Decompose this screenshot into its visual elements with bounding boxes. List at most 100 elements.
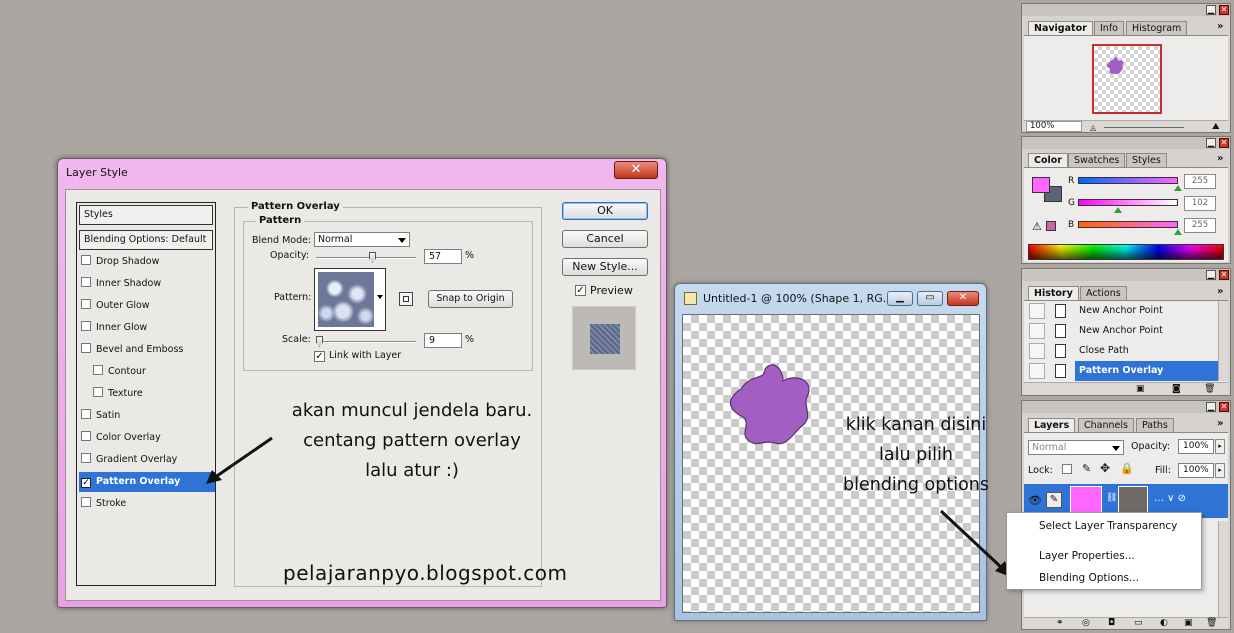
style-item-drop-shadow[interactable]: Drop Shadow <box>81 252 215 272</box>
channel-g-slider[interactable] <box>1078 199 1178 206</box>
checkbox[interactable] <box>81 453 91 463</box>
checkbox[interactable] <box>81 277 91 287</box>
zoom-in-icon[interactable]: ⛰ <box>1212 122 1220 132</box>
zoom-out-icon[interactable]: ◬ <box>1090 123 1096 132</box>
menu-item-layer-properties[interactable]: Layer Properties... <box>1039 550 1135 562</box>
lock-transparency-icon[interactable] <box>1062 464 1072 474</box>
palette-menu-icon[interactable]: » <box>1217 153 1223 164</box>
gamut-swatch[interactable] <box>1046 221 1056 231</box>
scale-slider-track[interactable] <box>316 341 416 343</box>
brush-link-icon[interactable]: ✎ <box>1046 492 1062 508</box>
style-item-pattern-overlay[interactable]: ✓ Pattern Overlay <box>79 472 215 492</box>
palette-menu-icon[interactable]: » <box>1217 21 1223 32</box>
layer-style-icon[interactable]: ◎ <box>1082 618 1090 628</box>
checkbox-checked[interactable]: ✓ <box>81 478 91 488</box>
new-style-button[interactable]: New Style... <box>562 258 648 276</box>
history-item[interactable]: New Anchor Point <box>1029 321 1217 341</box>
new-document-icon[interactable]: ▣ <box>1136 384 1145 394</box>
layers-scrollbar[interactable] <box>1218 521 1228 617</box>
history-item-selected[interactable]: Pattern Overlay <box>1029 361 1221 381</box>
fill-field[interactable]: 100% <box>1178 463 1214 478</box>
preview-checkbox[interactable]: ✓ <box>575 285 586 296</box>
style-item-inner-glow[interactable]: Inner Glow <box>81 318 215 338</box>
style-item-gradient-overlay[interactable]: Gradient Overlay <box>81 450 215 470</box>
tab-info[interactable]: Info <box>1094 21 1124 35</box>
checkbox[interactable] <box>81 299 91 309</box>
channel-r-slider[interactable] <box>1078 177 1178 184</box>
snapshot-icon[interactable]: ◙ <box>1172 384 1181 394</box>
palette-menu-icon[interactable]: » <box>1217 418 1223 429</box>
style-item-bevel-emboss[interactable]: Bevel and Emboss <box>81 340 215 360</box>
style-item-satin[interactable]: Satin <box>81 406 215 426</box>
close-icon[interactable]: ✕ <box>1219 5 1229 15</box>
tab-swatches[interactable]: Swatches <box>1068 153 1126 167</box>
zoom-slider[interactable] <box>1104 127 1184 128</box>
minimize-icon[interactable]: ▁ <box>1206 138 1216 148</box>
layer-color-thumbnail[interactable] <box>1070 486 1102 515</box>
style-item-inner-shadow[interactable]: Inner Shadow <box>81 274 215 294</box>
link-with-layer-checkbox[interactable]: ✓ <box>314 351 325 362</box>
foreground-color-swatch[interactable] <box>1032 177 1050 193</box>
new-layer-icon[interactable]: ▣ <box>1184 618 1193 628</box>
tab-color[interactable]: Color <box>1028 153 1068 167</box>
checkbox[interactable] <box>81 321 91 331</box>
move-icon[interactable]: ✥ <box>1100 461 1110 475</box>
tab-navigator[interactable]: Navigator <box>1028 21 1093 35</box>
tab-layers[interactable]: Layers <box>1028 418 1076 432</box>
cancel-button[interactable]: Cancel <box>562 230 648 248</box>
close-icon[interactable]: ✕ <box>1219 138 1229 148</box>
tab-history[interactable]: History <box>1028 286 1079 300</box>
channel-b-slider[interactable] <box>1078 221 1178 228</box>
adjustment-icon[interactable]: ◐ <box>1160 618 1168 628</box>
checkbox[interactable] <box>81 497 91 507</box>
vector-mask-thumbnail[interactable] <box>1118 486 1148 515</box>
navigator-preview[interactable] <box>1092 44 1162 114</box>
channel-b-value[interactable]: 255 <box>1184 218 1216 233</box>
checkbox[interactable] <box>81 431 91 441</box>
layer-blend-mode-select[interactable]: Normal <box>1028 440 1124 455</box>
checkbox[interactable] <box>93 387 103 397</box>
opacity-field[interactable]: 57 <box>424 249 462 264</box>
color-spectrum[interactable] <box>1028 244 1224 260</box>
opacity-slider-track[interactable] <box>316 257 416 259</box>
lock-icon[interactable]: 🔒 <box>1120 462 1134 475</box>
maximize-button[interactable]: ▭ <box>917 291 943 306</box>
styles-header[interactable]: Styles <box>79 205 213 225</box>
pattern-picker[interactable] <box>314 268 386 331</box>
dialog-close-button[interactable]: ✕ <box>614 161 658 179</box>
eye-icon[interactable]: 👁 <box>1028 494 1042 507</box>
effects-icon[interactable]: … ∨ ⊘ <box>1154 493 1186 504</box>
channel-r-value[interactable]: 255 <box>1184 174 1216 189</box>
blend-mode-select[interactable]: Normal <box>314 232 410 247</box>
scale-field[interactable]: 9 <box>424 333 462 348</box>
folder-icon[interactable]: ▭ <box>1134 618 1143 628</box>
channel-g-value[interactable]: 102 <box>1184 196 1216 211</box>
minimize-icon[interactable]: ▁ <box>1206 270 1216 280</box>
channel-g-marker[interactable] <box>1114 207 1122 213</box>
checkbox[interactable] <box>81 409 91 419</box>
brush-icon[interactable]: ✎ <box>1082 462 1091 475</box>
ok-button[interactable]: OK <box>562 202 648 220</box>
history-item[interactable]: New Anchor Point <box>1029 301 1217 321</box>
tab-styles[interactable]: Styles <box>1126 153 1167 167</box>
style-item-stroke[interactable]: Stroke <box>81 494 215 514</box>
minimize-icon[interactable]: ▁ <box>1206 402 1216 412</box>
snap-to-origin-button[interactable]: Snap to Origin <box>428 290 513 308</box>
tab-paths[interactable]: Paths <box>1136 418 1174 432</box>
close-button[interactable]: ✕ <box>947 291 979 306</box>
tab-channels[interactable]: Channels <box>1078 418 1134 432</box>
minimize-icon[interactable]: ▁ <box>1206 5 1216 15</box>
palette-menu-icon[interactable]: » <box>1217 286 1223 297</box>
channel-r-marker[interactable] <box>1174 185 1182 191</box>
close-icon[interactable]: ✕ <box>1219 270 1229 280</box>
history-scrollbar[interactable] <box>1218 301 1228 381</box>
close-icon[interactable]: ✕ <box>1219 402 1229 412</box>
checkbox[interactable] <box>93 365 103 375</box>
minimize-button[interactable]: ▁ <box>887 291 913 306</box>
tab-actions[interactable]: Actions <box>1080 286 1127 300</box>
style-item-outer-glow[interactable]: Outer Glow <box>81 296 215 316</box>
menu-item-select-transparency[interactable]: Select Layer Transparency <box>1039 520 1177 532</box>
checkbox[interactable] <box>81 255 91 265</box>
trash-icon[interactable]: 🗑 <box>1204 384 1215 394</box>
channel-b-marker[interactable] <box>1174 229 1182 235</box>
